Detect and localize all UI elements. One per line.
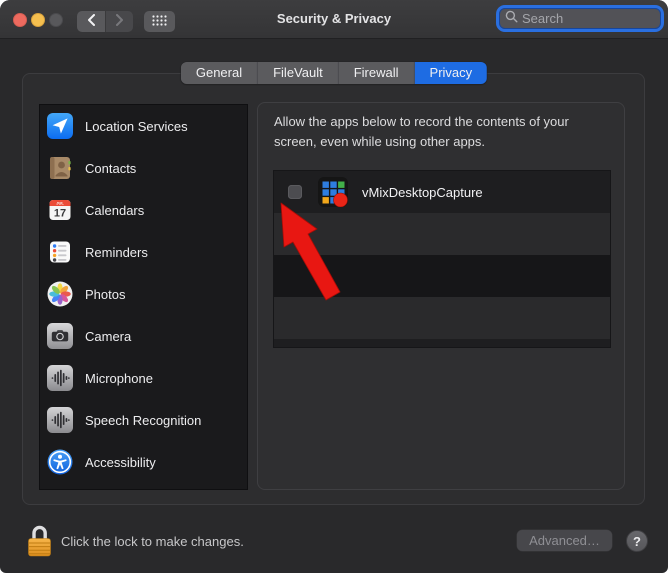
- list-row: [274, 297, 610, 339]
- screen-recording-pane: Allow the apps below to record the conte…: [257, 102, 625, 490]
- location-services-icon: [47, 113, 73, 139]
- sidebar-item-speech-recognition[interactable]: Speech Recognition: [40, 399, 247, 441]
- calendars-icon: JUL 17: [47, 197, 73, 223]
- svg-text:17: 17: [54, 208, 66, 220]
- microphone-icon: [47, 365, 73, 391]
- sidebar-item-reminders[interactable]: Reminders: [40, 231, 247, 273]
- sidebar-item-label: Microphone: [85, 370, 153, 386]
- search-input[interactable]: Search: [499, 8, 661, 29]
- sidebar-item-accessibility[interactable]: Accessibility: [40, 441, 247, 483]
- app-name: vMixDesktopCapture: [362, 184, 483, 200]
- contacts-icon: [47, 155, 73, 181]
- help-button[interactable]: ?: [626, 530, 648, 552]
- sidebar-item-label: Calendars: [85, 202, 145, 218]
- tab-privacy[interactable]: Privacy: [414, 62, 488, 84]
- list-row: [274, 255, 610, 297]
- app-row-vmixdesktopcapture: vMixDesktopCapture: [274, 171, 610, 213]
- reminders-icon: [47, 239, 73, 265]
- lock-message: Click the lock to make changes.: [61, 534, 244, 549]
- search-placeholder: Search: [522, 11, 564, 26]
- vmix-app-icon: [318, 177, 348, 208]
- sidebar-item-camera[interactable]: Camera: [40, 315, 247, 357]
- photos-icon: [47, 281, 73, 307]
- sidebar-item-location-services[interactable]: Location Services: [40, 105, 247, 147]
- sidebar-item-label: Location Services: [85, 118, 188, 134]
- sidebar-item-microphone[interactable]: Microphone: [40, 357, 247, 399]
- advanced-button-disabled: Advanced…: [517, 530, 612, 551]
- pane-description: Allow the apps below to record the conte…: [274, 114, 569, 149]
- search-icon: [505, 10, 518, 28]
- app-allow-checkbox[interactable]: [288, 185, 302, 199]
- sidebar-item-label: Reminders: [85, 244, 148, 260]
- sidebar-item-label: Photos: [85, 286, 126, 302]
- sidebar-item-label: Contacts: [85, 160, 137, 176]
- tab-bar: General FileVault Firewall Privacy: [180, 62, 488, 84]
- lock-icon[interactable]: [27, 522, 52, 564]
- sidebar-item-calendars[interactable]: JUL 17 Calendars: [40, 189, 247, 231]
- list-row: [274, 339, 610, 347]
- sidebar-item-label: Camera: [85, 328, 132, 344]
- privacy-category-list: Location Services Contacts JUL 17 Calend…: [39, 104, 248, 490]
- list-row: [274, 213, 610, 255]
- camera-icon: [47, 323, 73, 349]
- sidebar-item-label: Speech Recognition: [85, 412, 202, 428]
- sidebar-item-contacts[interactable]: Contacts: [40, 147, 247, 189]
- tab-filevault[interactable]: FileVault: [258, 62, 339, 84]
- tab-general[interactable]: General: [180, 62, 259, 84]
- accessibility-icon: [47, 449, 73, 475]
- title-bar: Security & Privacy Search: [0, 0, 668, 39]
- svg-text:JUL: JUL: [56, 201, 64, 206]
- speech-recognition-icon: [47, 407, 73, 433]
- security-privacy-window: Security & Privacy Search General FileVa…: [0, 0, 668, 573]
- allowed-apps-list[interactable]: vMixDesktopCapture: [273, 170, 611, 348]
- sidebar-item-label: Accessibility: [85, 454, 156, 470]
- sidebar-item-photos[interactable]: Photos: [40, 273, 247, 315]
- tab-firewall[interactable]: Firewall: [338, 62, 415, 84]
